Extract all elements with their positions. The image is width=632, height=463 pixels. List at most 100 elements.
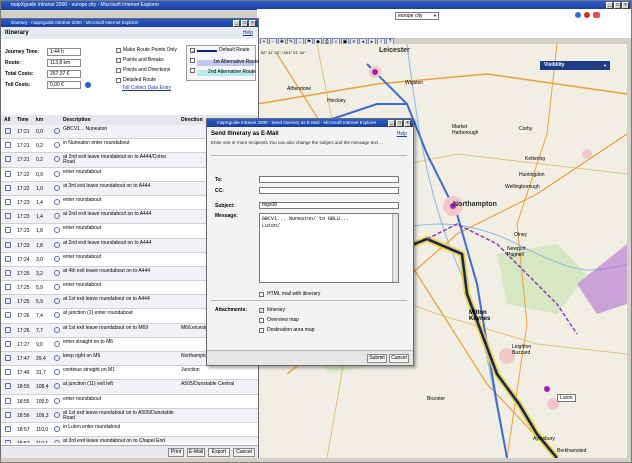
option-route-points[interactable]: Make Route Points Only bbox=[116, 47, 177, 53]
city-label: Aylesbury bbox=[533, 436, 555, 442]
cc-field[interactable] bbox=[259, 187, 399, 194]
legend-alt2-checkbox[interactable] bbox=[190, 68, 195, 73]
expand-icon[interactable] bbox=[5, 128, 11, 134]
row-description: keep right on M6 bbox=[63, 353, 101, 359]
option-points-directions[interactable]: Points and Directions bbox=[116, 67, 170, 73]
email-titlebar: mapXguide Intranet 2000 - Send Itinerary… bbox=[207, 119, 413, 127]
row-description: in Nuneaton enter roundabout bbox=[63, 140, 130, 147]
to-field[interactable] bbox=[259, 176, 399, 183]
cancel-button[interactable]: Cancel bbox=[389, 354, 409, 363]
row-time: 17:22 bbox=[17, 171, 30, 178]
email-intro: Enter one or more recipients.You can als… bbox=[211, 140, 383, 145]
expand-icon[interactable] bbox=[5, 397, 11, 404]
email-heading: Send Itinerary as E-Mail bbox=[211, 131, 279, 137]
expand-icon[interactable] bbox=[5, 198, 11, 205]
toll-collect-link[interactable]: Toll Collect Data Entry bbox=[122, 85, 171, 91]
message-scrollbar[interactable] bbox=[392, 214, 398, 282]
row-description: continue straight on M1 bbox=[63, 367, 115, 374]
city-label: Olney bbox=[514, 232, 528, 238]
help-link[interactable]: Help bbox=[243, 30, 253, 36]
maximize-button[interactable]: □ bbox=[614, 2, 621, 9]
close-button[interactable]: × bbox=[622, 2, 629, 9]
help-link[interactable]: Help bbox=[397, 131, 407, 137]
row-description: at 2nd exit leave roundabout on to A444 bbox=[63, 239, 152, 246]
minimize-button[interactable]: _ bbox=[233, 19, 240, 27]
subject-field[interactable]: mgx08 bbox=[259, 202, 399, 209]
col-description: Description bbox=[63, 117, 91, 123]
email-button[interactable]: E-Mail bbox=[187, 448, 205, 457]
attach-destination-checkbox[interactable]: Destination area map bbox=[259, 327, 315, 333]
table-row[interactable]: 17:49 31,7 continue straight on M1 Junction bbox=[1, 366, 258, 381]
option-detailed-route[interactable]: Detailed Route bbox=[116, 77, 156, 83]
submit-button[interactable]: Submit bbox=[367, 354, 387, 363]
expand-icon[interactable] bbox=[5, 425, 11, 432]
row-time: 17:23 bbox=[17, 228, 30, 235]
maximize-button[interactable]: □ bbox=[241, 19, 248, 27]
row-time: 17:21 bbox=[17, 143, 30, 150]
total-costs-label: Total Costs: bbox=[5, 71, 34, 77]
expand-icon[interactable] bbox=[5, 156, 11, 163]
table-row[interactable]: 18:55 108,4 at junction (11) exit left A505… bbox=[1, 380, 258, 395]
row-time: 18:55 bbox=[17, 384, 30, 391]
table-row[interactable]: 18:57 110,0 in Luton enter roundabout bbox=[1, 423, 258, 438]
expand-icon[interactable] bbox=[5, 298, 11, 305]
row-km: 1,4 bbox=[36, 214, 43, 221]
option-points-breaks[interactable]: Points and Breaks bbox=[116, 57, 164, 63]
close-button[interactable]: × bbox=[404, 119, 411, 127]
chevron-down-icon: ▼ bbox=[603, 63, 607, 68]
stop-icon[interactable] bbox=[584, 12, 590, 18]
row-description: enter roundabout bbox=[63, 225, 102, 232]
cancel-button[interactable]: Cancel bbox=[233, 448, 255, 457]
info-icon[interactable] bbox=[575, 12, 581, 18]
attach-overview-checkbox[interactable]: Overview map bbox=[259, 317, 299, 323]
expand-icon[interactable] bbox=[5, 241, 11, 248]
legend-alt1-checkbox[interactable] bbox=[190, 58, 195, 63]
expand-icon[interactable] bbox=[5, 411, 11, 418]
expand-icon[interactable] bbox=[5, 312, 11, 319]
expand-icon[interactable] bbox=[5, 440, 11, 443]
expand-icon[interactable] bbox=[5, 369, 11, 376]
print-button[interactable]: Print bbox=[168, 448, 184, 457]
export-button[interactable]: Export bbox=[208, 448, 230, 457]
row-km: 1,4 bbox=[36, 199, 43, 206]
row-description: at 3rd exit leave roundabout on to Chape… bbox=[63, 438, 166, 443]
exit-icon[interactable] bbox=[593, 12, 600, 18]
expand-icon[interactable] bbox=[5, 326, 11, 333]
visibility-button[interactable]: Visibility ▼ bbox=[540, 61, 610, 70]
info-icon[interactable] bbox=[85, 82, 91, 88]
map-select[interactable]: europe city ▼ bbox=[395, 12, 439, 20]
maximize-button[interactable]: □ bbox=[396, 119, 403, 127]
expand-icon[interactable] bbox=[5, 255, 11, 262]
expand-icon[interactable] bbox=[5, 340, 11, 347]
minimize-button[interactable]: _ bbox=[606, 2, 613, 9]
expand-icon[interactable] bbox=[5, 355, 11, 361]
expand-icon[interactable] bbox=[5, 213, 11, 220]
table-row[interactable]: 18:56 109,3 at 1st exit leave roundabout o… bbox=[1, 408, 258, 423]
message-field[interactable]: GBCV1... Nuneaton/ to GBLU... Luton/ bbox=[259, 213, 399, 283]
table-row[interactable]: 18:57 110,1 at 3rd exit leave roundabout o… bbox=[1, 437, 258, 443]
itinerary-header: Itinerary Help bbox=[1, 27, 258, 39]
message-label: Message: bbox=[215, 213, 238, 219]
journey-time-value: 1:44 h bbox=[47, 48, 81, 56]
row-km: 1,0 bbox=[36, 185, 43, 192]
row-description: GBCV1... Nuneaton bbox=[63, 126, 108, 132]
toll-costs-label: Toll Costs: bbox=[5, 82, 31, 88]
close-button[interactable]: × bbox=[249, 19, 256, 27]
expand-icon[interactable] bbox=[5, 269, 11, 276]
minimize-button[interactable]: _ bbox=[388, 119, 395, 127]
expand-icon[interactable] bbox=[5, 284, 11, 291]
attach-itinerary-checkbox[interactable]: ✓ Itinerary bbox=[259, 307, 285, 313]
table-row[interactable]: 18:55 109,0 enter roundabout bbox=[1, 395, 258, 409]
row-description: at 1st exit leave roundabout on to M69 bbox=[63, 324, 149, 331]
expand-icon[interactable] bbox=[5, 184, 11, 191]
expand-icon[interactable] bbox=[5, 383, 11, 390]
legend-default-line bbox=[197, 50, 217, 52]
subject-label: Subject: bbox=[215, 203, 235, 209]
legend-default-checkbox[interactable]: ✓ bbox=[190, 48, 195, 55]
expand-icon[interactable] bbox=[5, 227, 11, 234]
divider bbox=[211, 300, 407, 301]
direction-icon bbox=[54, 340, 60, 347]
expand-icon[interactable] bbox=[5, 142, 11, 149]
expand-icon[interactable] bbox=[5, 170, 11, 177]
html-mail-checkbox[interactable]: HTML mail with itinerary bbox=[259, 291, 320, 297]
